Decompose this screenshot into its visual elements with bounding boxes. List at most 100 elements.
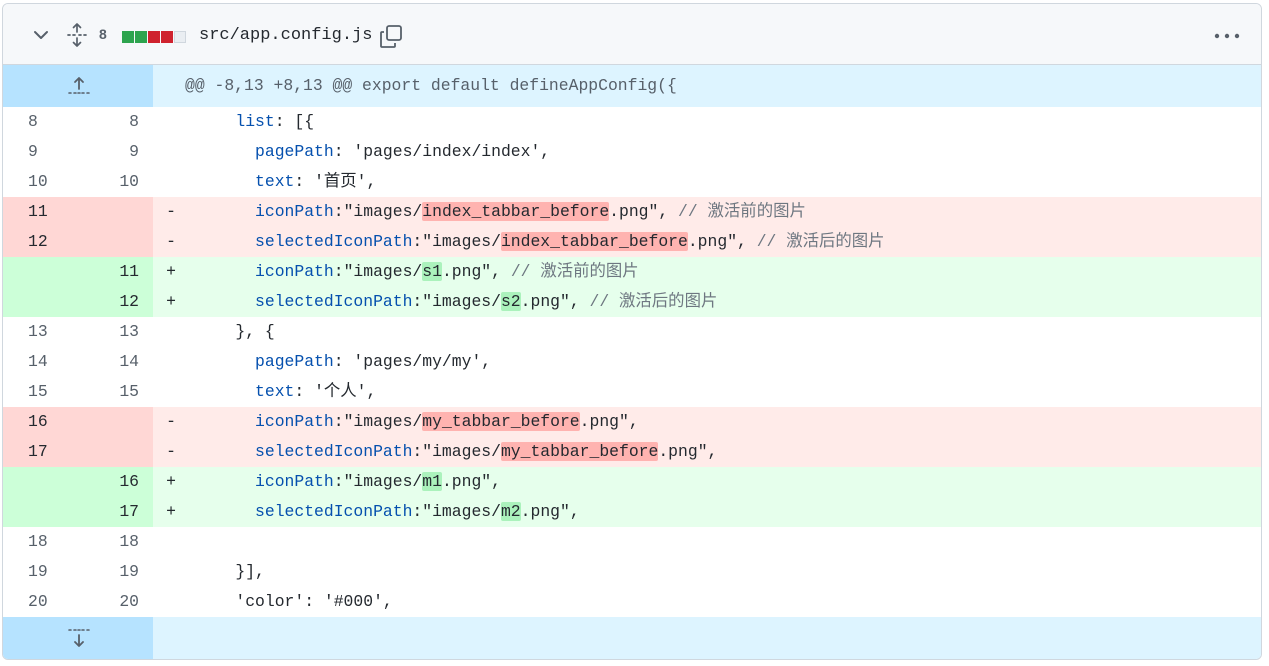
code-content: iconPath:"images/m1.png", — [183, 467, 501, 497]
new-line-number[interactable]: 19 — [78, 557, 153, 587]
new-line-number[interactable]: 15 — [78, 377, 153, 407]
code-text: :"images/ — [333, 412, 423, 431]
new-line-number[interactable]: 11 — [78, 257, 153, 287]
file-path[interactable]: src/app.config.js — [199, 26, 372, 45]
old-line-number[interactable]: 16 — [3, 407, 78, 437]
new-line-number[interactable] — [78, 437, 153, 467]
diff-marker — [153, 587, 183, 617]
diff-file: 8 src/app.config.js @@ -8,13 +8,13 @@ ex… — [2, 3, 1262, 660]
new-line-number[interactable]: 9 — [78, 137, 153, 167]
new-line-number[interactable]: 16 — [78, 467, 153, 497]
old-line-number[interactable]: 17 — [3, 437, 78, 467]
new-line-number[interactable] — [78, 407, 153, 437]
diff-line: 12 - selectedIconPath:"images/index_tabba… — [3, 227, 1261, 257]
code-text: .png", — [609, 202, 679, 221]
code-text: : 'pages/my/my', — [333, 352, 492, 371]
kebab-menu-icon[interactable] — [1214, 32, 1240, 40]
code-text: .png", — [441, 262, 511, 281]
new-line-number[interactable]: 14 — [78, 347, 153, 377]
expand-all-icon[interactable] — [65, 22, 89, 48]
old-line-number[interactable]: 10 — [3, 167, 78, 197]
chevron-down-icon[interactable] — [31, 25, 51, 45]
diff-marker: - — [166, 232, 176, 251]
old-line-number[interactable] — [3, 467, 78, 497]
old-line-number[interactable]: 14 — [3, 347, 78, 377]
diff-line: 10 10 text: '首页', — [3, 167, 1261, 197]
changed-word: index_tabbar_before — [422, 202, 610, 221]
changed-word: my_tabbar_before — [422, 412, 580, 431]
diff-line: 88 list: [{ — [3, 107, 1261, 137]
new-line-number[interactable]: 20 — [78, 587, 153, 617]
code-content: text: '首页', — [183, 167, 376, 197]
old-line-number[interactable]: 9 — [3, 137, 78, 167]
code-content: pagePath: 'pages/my/my', — [183, 347, 491, 377]
diff-marker: + — [166, 472, 176, 491]
code-content: iconPath:"images/s1.png", // 激活前的图片 — [183, 257, 639, 287]
new-line-number[interactable]: 10 — [78, 167, 153, 197]
new-line-number[interactable]: 17 — [78, 497, 153, 527]
copy-icon[interactable] — [378, 24, 404, 50]
diff-line: 11 - iconPath:"images/index_tabbar_before… — [3, 197, 1261, 227]
code-key: text — [255, 382, 295, 401]
code-comment: // 激活前的图片 — [510, 262, 639, 281]
new-line-number[interactable]: 12 — [78, 287, 153, 317]
diffstat-block — [122, 31, 134, 43]
diff-line: 16 - iconPath:"images/my_tabbar_before.pn… — [3, 407, 1261, 437]
code-text: :"images/ — [412, 292, 501, 311]
new-line-number[interactable] — [78, 227, 153, 257]
old-line-number[interactable]: 8 — [3, 107, 78, 137]
new-line-number[interactable] — [78, 197, 153, 227]
changed-word: index_tabbar_before — [500, 232, 688, 251]
diff-marker: + — [166, 502, 176, 521]
code-content: list: [{ — [183, 107, 314, 137]
diff-marker: + — [166, 292, 176, 311]
diffstat-block — [135, 31, 147, 43]
code-key: iconPath — [255, 202, 334, 221]
diff-marker: + — [166, 262, 176, 281]
changed-word: s1 — [422, 262, 442, 281]
diff-marker — [153, 377, 183, 407]
new-line-number[interactable]: 13 — [78, 317, 153, 347]
diff-line: 16 + iconPath:"images/m1.png", — [3, 467, 1261, 497]
old-line-number[interactable]: 18 — [3, 527, 78, 557]
code-text: :"images/ — [333, 262, 423, 281]
code-content: }], — [183, 557, 265, 587]
code-content: iconPath:"images/index_tabbar_before.png… — [183, 197, 806, 227]
old-line-number[interactable]: 19 — [3, 557, 78, 587]
code-content: selectedIconPath:"images/index_tabbar_be… — [183, 227, 885, 257]
new-line-number[interactable]: 18 — [78, 527, 153, 557]
old-line-number[interactable] — [3, 497, 78, 527]
old-line-number[interactable]: 11 — [3, 197, 78, 227]
code-comment: // 激活后的图片 — [756, 232, 885, 251]
code-key: list — [235, 112, 275, 131]
expand-down-button[interactable] — [3, 617, 153, 659]
diff-marker — [153, 107, 183, 137]
hunk-header-text: @@ -8,13 +8,13 @@ export default defineA… — [185, 76, 677, 95]
code-text: :"images/ — [333, 202, 423, 221]
old-line-number[interactable]: 13 — [3, 317, 78, 347]
old-line-number[interactable]: 15 — [3, 377, 78, 407]
code-text: :"images/ — [412, 232, 501, 251]
changed-word: m2 — [500, 502, 521, 521]
diff-marker: - — [166, 442, 176, 461]
code-text: :"images/ — [412, 442, 501, 461]
old-line-number[interactable] — [3, 257, 78, 287]
old-line-number[interactable] — [3, 287, 78, 317]
expand-up-button[interactable] — [3, 65, 153, 107]
diff-line: 11 + iconPath:"images/s1.png", // 激活前的图片 — [3, 257, 1261, 287]
diff-line: 13 13 }, { — [3, 317, 1261, 347]
new-line-number[interactable]: 8 — [78, 107, 153, 137]
hunk-footer — [3, 617, 1261, 659]
changed-word: m1 — [422, 472, 442, 491]
old-line-number[interactable]: 12 — [3, 227, 78, 257]
code-content — [183, 527, 196, 557]
code-text: .png", — [579, 412, 639, 431]
code-text: 'color': '#000', — [235, 592, 393, 611]
old-line-number[interactable]: 20 — [3, 587, 78, 617]
